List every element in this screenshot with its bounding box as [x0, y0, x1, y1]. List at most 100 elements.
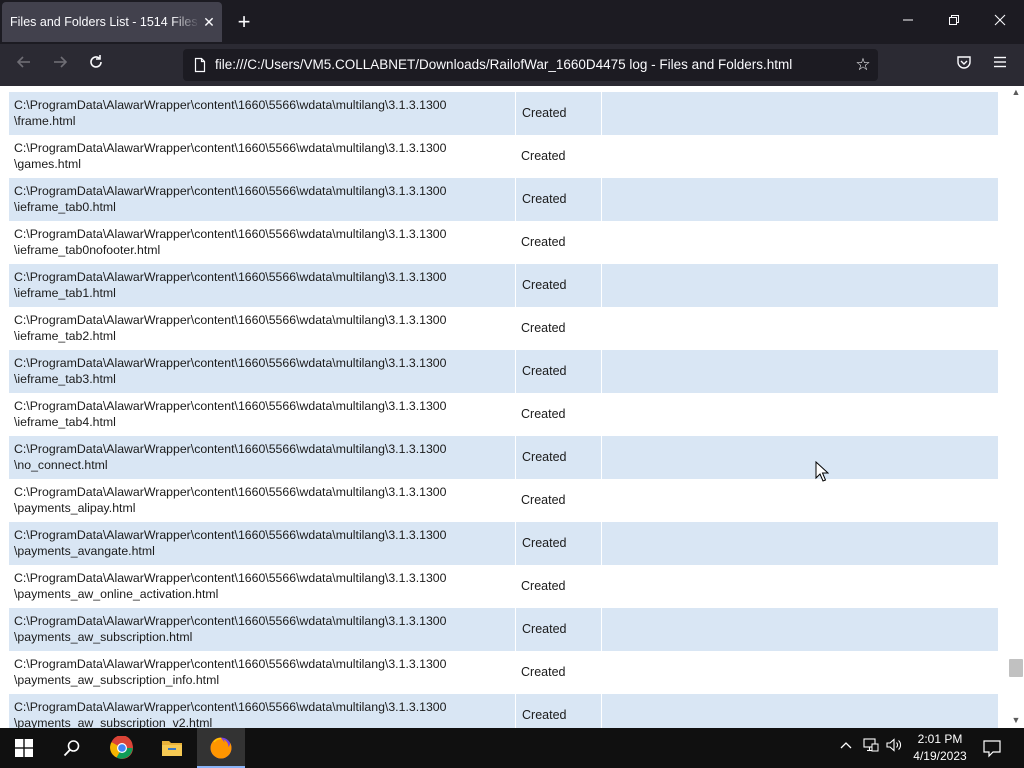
table-row: C:\ProgramData\AlawarWrapper\content\166…	[9, 135, 998, 178]
file-path-cell: C:\ProgramData\AlawarWrapper\content\166…	[9, 221, 515, 264]
minimize-icon[interactable]	[898, 12, 918, 32]
empty-cell	[602, 651, 998, 694]
network-icon[interactable]	[861, 738, 881, 758]
table-row: C:\ProgramData\AlawarWrapper\content\166…	[9, 264, 998, 307]
file-path-line: C:\ProgramData\AlawarWrapper\content\166…	[14, 356, 447, 370]
table-row: C:\ProgramData\AlawarWrapper\content\166…	[9, 221, 998, 264]
navigation-toolbar: file:///C:/Users/VM5.COLLABNET/Downloads…	[0, 44, 1024, 86]
empty-cell	[602, 135, 998, 178]
scroll-down-arrow-icon[interactable]: ▼	[1011, 715, 1021, 725]
file-path-line: C:\ProgramData\AlawarWrapper\content\166…	[14, 270, 447, 284]
file-name-line: \ieframe_tab0nofooter.html	[14, 243, 161, 257]
empty-cell	[602, 221, 998, 264]
file-path-line: C:\ProgramData\AlawarWrapper\content\166…	[14, 528, 447, 542]
bookmark-star-icon[interactable]: ☆	[852, 54, 874, 76]
forward-arrow-icon[interactable]	[49, 54, 71, 76]
system-clock[interactable]: 2:01 PM 4/19/2023	[905, 731, 975, 765]
file-path-cell: C:\ProgramData\AlawarWrapper\content\166…	[9, 522, 515, 565]
status-cell: Created	[521, 235, 566, 249]
empty-cell	[602, 350, 998, 393]
status-cell: Created	[521, 493, 566, 507]
notification-icon[interactable]	[981, 737, 1003, 759]
tab-title: Files and Folders List - 1514 Files and …	[10, 15, 200, 29]
file-path-cell: C:\ProgramData\AlawarWrapper\content\166…	[9, 178, 515, 221]
status-cell: Created	[515, 92, 602, 135]
scroll-up-arrow-icon[interactable]: ▲	[1011, 87, 1021, 97]
file-path-line: C:\ProgramData\AlawarWrapper\content\166…	[14, 485, 447, 499]
volume-icon[interactable]	[884, 738, 904, 758]
reload-icon[interactable]	[85, 54, 107, 76]
url-bar[interactable]: file:///C:/Users/VM5.COLLABNET/Downloads…	[183, 49, 878, 81]
files-table: C:\ProgramData\AlawarWrapper\content\166…	[9, 92, 998, 728]
empty-cell	[602, 436, 998, 479]
close-icon[interactable]: ✕	[201, 14, 217, 30]
file-name-line: \ieframe_tab1.html	[14, 286, 116, 300]
file-name-line: \ieframe_tab4.html	[14, 415, 116, 429]
file-path-cell: C:\ProgramData\AlawarWrapper\content\166…	[9, 393, 515, 436]
file-path-line: C:\ProgramData\AlawarWrapper\content\166…	[14, 442, 447, 456]
pocket-icon[interactable]	[953, 54, 975, 76]
file-path-line: C:\ProgramData\AlawarWrapper\content\166…	[14, 571, 447, 585]
page-content: C:\ProgramData\AlawarWrapper\content\166…	[0, 86, 1008, 728]
hamburger-menu-icon[interactable]	[989, 54, 1011, 76]
table-row: C:\ProgramData\AlawarWrapper\content\166…	[9, 479, 998, 522]
file-path-cell: C:\ProgramData\AlawarWrapper\content\166…	[9, 92, 515, 135]
back-arrow-icon[interactable]	[13, 54, 35, 76]
browser-tab-strip: Files and Folders List - 1514 Files and …	[0, 0, 1024, 44]
file-name-line: \payments_aw_online_activation.html	[14, 587, 219, 601]
windows-taskbar: 2:01 PM 4/19/2023	[0, 728, 1024, 768]
table-row: C:\ProgramData\AlawarWrapper\content\166…	[9, 92, 998, 135]
empty-cell	[602, 393, 998, 436]
status-cell: Created	[515, 264, 602, 307]
file-name-line: \payments_aw_subscription_info.html	[14, 673, 220, 687]
status-cell: Created	[515, 608, 602, 651]
file-path-line: C:\ProgramData\AlawarWrapper\content\166…	[14, 141, 447, 155]
file-explorer-icon[interactable]	[148, 728, 196, 768]
table-row: C:\ProgramData\AlawarWrapper\content\166…	[9, 350, 998, 393]
restore-icon[interactable]	[944, 12, 964, 32]
empty-cell	[602, 522, 998, 565]
table-row: C:\ProgramData\AlawarWrapper\content\166…	[9, 436, 998, 479]
plus-icon[interactable]: +	[234, 11, 254, 33]
windows-start-icon[interactable]	[0, 728, 48, 768]
file-name-line: \frame.html	[14, 114, 76, 128]
file-path-cell: C:\ProgramData\AlawarWrapper\content\166…	[9, 608, 515, 651]
browser-tab[interactable]: Files and Folders List - 1514 Files and …	[2, 2, 222, 42]
file-name-line: \payments_avangate.html	[14, 544, 155, 558]
status-cell: Created	[521, 579, 566, 593]
table-row: C:\ProgramData\AlawarWrapper\content\166…	[9, 565, 998, 608]
empty-cell	[602, 608, 998, 651]
page-icon	[192, 57, 208, 73]
status-cell: Created	[515, 178, 602, 221]
file-path-line: C:\ProgramData\AlawarWrapper\content\166…	[14, 227, 447, 241]
firefox-icon[interactable]	[197, 728, 245, 768]
file-name-line: \payments_aw_subscription.html	[14, 630, 193, 644]
search-icon[interactable]	[48, 728, 96, 768]
status-cell: Created	[521, 321, 566, 335]
empty-cell	[602, 694, 998, 728]
chevron-up-icon[interactable]	[836, 738, 856, 758]
file-path-line: C:\ProgramData\AlawarWrapper\content\166…	[14, 399, 447, 413]
close-icon[interactable]	[990, 12, 1010, 32]
chrome-icon[interactable]	[98, 728, 146, 768]
vertical-scrollbar[interactable]: ▲ ▼	[1008, 86, 1024, 728]
scrollbar-thumb[interactable]	[1009, 659, 1023, 677]
file-path-line: C:\ProgramData\AlawarWrapper\content\166…	[14, 98, 447, 112]
table-row: C:\ProgramData\AlawarWrapper\content\166…	[9, 178, 998, 221]
file-name-line: \payments_alipay.html	[14, 501, 136, 515]
mouse-pointer-icon	[815, 461, 829, 482]
file-path-cell: C:\ProgramData\AlawarWrapper\content\166…	[9, 135, 515, 178]
empty-cell	[602, 565, 998, 608]
file-path-cell: C:\ProgramData\AlawarWrapper\content\166…	[9, 264, 515, 307]
file-path-cell: C:\ProgramData\AlawarWrapper\content\166…	[9, 307, 515, 350]
status-cell: Created	[521, 149, 566, 163]
status-cell: Created	[515, 694, 602, 728]
table-row: C:\ProgramData\AlawarWrapper\content\166…	[9, 307, 998, 350]
file-path-cell: C:\ProgramData\AlawarWrapper\content\166…	[9, 694, 515, 728]
file-name-line: \ieframe_tab0.html	[14, 200, 116, 214]
table-row: C:\ProgramData\AlawarWrapper\content\166…	[9, 651, 998, 694]
empty-cell	[602, 307, 998, 350]
status-cell: Created	[521, 407, 566, 421]
file-name-line: \ieframe_tab3.html	[14, 372, 116, 386]
clock-time: 2:01 PM	[917, 732, 963, 746]
